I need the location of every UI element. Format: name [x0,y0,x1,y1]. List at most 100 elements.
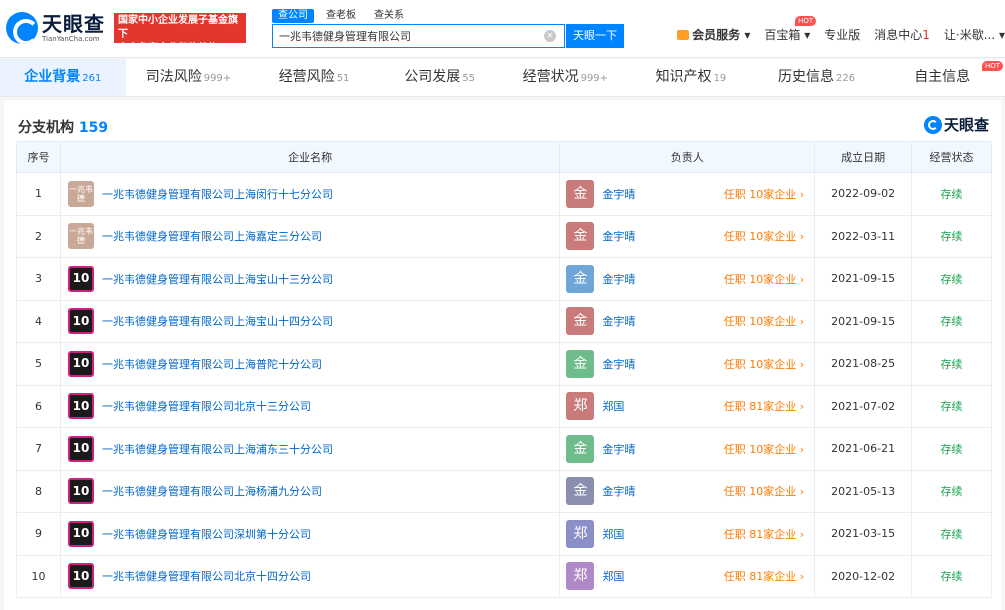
person-name-link[interactable]: 金宇晴 [602,186,723,202]
table-row: 8 10 一兆韦德健身管理有限公司上海杨浦九分公司金金宇晴 任职 10家企业 › 202… [16,469,992,513]
messages-label: 消息中心 [874,28,923,42]
person-avatar[interactable]: 金 [566,179,595,208]
search-box: × [272,24,565,48]
established-date: 2021-07-02 [814,384,913,428]
role-link[interactable]: 任职 81家企业 › [724,526,804,542]
person-cell: 金金宇晴 任职 10家企业 › [559,299,816,343]
person-avatar[interactable]: 郑 [566,519,595,548]
official-badge[interactable]: 国家中小企业发展子基金旗下 官方备案企业征信机构 [114,13,246,54]
treasure-label: 百宝箱 [764,28,801,42]
company-name-link[interactable]: 一兆韦德健身管理有限公司上海宝山十三分公司 [102,271,333,287]
person-avatar[interactable]: 郑 [566,562,595,591]
person-name-link[interactable]: 金宇晴 [602,483,723,499]
person-avatar[interactable]: 金 [566,349,595,378]
role-link[interactable]: 任职 81家企业 › [724,398,804,414]
clear-icon[interactable]: × [544,30,556,42]
established-date: 2021-06-21 [814,427,913,471]
brand-eye-icon [923,115,942,134]
company-name-link[interactable]: 一兆韦德健身管理有限公司北京十四分公司 [102,568,311,584]
company-logo[interactable]: 10 [67,350,94,377]
logo-domain: TianYanCha.com [42,35,100,43]
tab-business-risk[interactable]: 经营风险 51 [251,59,377,96]
person-name-link[interactable]: 郑国 [602,398,723,414]
person-name-link[interactable]: 金宇晴 [602,313,723,329]
message-center-link[interactable]: 消息中心1 [874,26,930,43]
search-type-tabs: 查公司 查老板 查关系 [272,9,410,23]
company-name-link[interactable]: 一兆韦德健身管理有限公司上海杨浦九分公司 [102,483,322,499]
person-avatar[interactable]: 金 [566,222,595,251]
tab-history[interactable]: 历史信息 226 [754,59,880,96]
treasure-box-link[interactable]: 百宝箱 ▾ HOT [764,16,817,43]
person-cell: 金金宇晴 任职 10家企业 › [559,469,816,513]
company-name-link[interactable]: 一兆韦德健身管理有限公司深圳第十分公司 [102,526,311,542]
search-tab-company[interactable]: 查公司 [272,9,314,23]
role-link[interactable]: 任职 10家企业 › [724,186,804,202]
person-avatar[interactable]: 金 [566,307,595,336]
pro-version-link[interactable]: 专业版 [824,26,860,43]
tab-judicial-risk[interactable]: 司法风险 999+ [126,59,252,96]
search-tab-boss[interactable]: 查老板 [320,9,362,23]
tab-operating-status[interactable]: 经营状况 999+ [503,59,629,96]
tab-count: 55 [462,73,476,84]
company-logo[interactable]: 10 [67,393,94,420]
chevron-right-icon: › [799,442,805,456]
role-link[interactable]: 任职 10家企业 › [724,483,804,499]
tab-label: 公司发展 [404,69,461,85]
company-logo[interactable]: 10 [67,265,94,292]
site-logo[interactable]: 天眼查 TianYanCha.com [6,12,105,44]
role-link[interactable]: 任职 10家企业 › [724,271,804,287]
person-name-link[interactable]: 郑国 [602,568,723,584]
chevron-right-icon: › [799,272,805,286]
role-link[interactable]: 任职 10家企业 › [724,228,804,244]
role-link[interactable]: 任职 10家企业 › [724,356,804,372]
tab-enterprise-background[interactable]: 企业背景 261 [0,59,126,96]
company-logo[interactable]: 10 [67,435,94,462]
person-avatar[interactable]: 金 [566,434,595,463]
role-link[interactable]: 任职 81家企业 › [724,568,804,584]
company-logo[interactable]: 10 [67,520,94,547]
company-name-link[interactable]: 一兆韦德健身管理有限公司上海浦东三十分公司 [102,441,333,457]
person-name-link[interactable]: 金宇晴 [602,356,723,372]
table-row: 10 10 一兆韦德健身管理有限公司北京十四分公司郑郑国 任职 81家企业 › 2020… [16,554,992,598]
person-name-link[interactable]: 郑国 [602,526,723,542]
role-link[interactable]: 任职 10家企业 › [724,313,804,329]
person-name-link[interactable]: 金宇晴 [602,228,723,244]
company-logo[interactable]: 10 [67,478,94,505]
person-avatar[interactable]: 郑 [566,392,595,421]
status-text: 存续 [911,554,992,598]
tab-label: 知识产权 [655,69,712,85]
search-tab-relation[interactable]: 查关系 [368,9,410,23]
category-tabs: 企业背景 261 司法风险 999+ 经营风险 51 公司发展 55 经营状况 999+ … [0,59,1005,97]
table-row: 6 10 一兆韦德健身管理有限公司北京十三分公司郑郑国 任职 81家企业 › 2021-… [16,384,992,428]
person-name-link[interactable]: 金宇晴 [602,271,723,287]
logo-text: 天眼查 [42,12,105,36]
user-menu[interactable]: 让·米歇... ▾ [944,26,1005,43]
person-name-link[interactable]: 金宇晴 [602,441,723,457]
tab-company-development[interactable]: 公司发展 55 [377,59,503,96]
company-name-link[interactable]: 一兆韦德健身管理有限公司上海普陀十分公司 [102,356,322,372]
tab-label: 经营风险 [278,69,335,85]
search-input[interactable] [279,29,544,43]
tab-self-info[interactable]: 自主信息 HOT [879,59,1005,96]
chevron-right-icon: › [799,400,805,414]
company-name-link[interactable]: 一兆韦德健身管理有限公司上海宝山十四分公司 [102,313,333,329]
company-logo[interactable]: 10 [67,308,94,335]
col-header-status[interactable]: 经营状态 [911,141,992,173]
company-name-link[interactable]: 一兆韦德健身管理有限公司北京十三分公司 [102,398,311,414]
search-button[interactable]: 天眼一下 [566,24,624,48]
company-logo[interactable]: 10 [67,563,94,590]
company-cell: 10 一兆韦德健身管理有限公司北京十三分公司 [59,384,561,428]
vip-service-link[interactable]: 会员服务 ▾ [677,26,750,43]
role-text: 任职 10家企业 [723,357,797,371]
company-logo[interactable]: 一兆韦德 [67,223,94,250]
tab-count: 226 [836,73,856,84]
company-name-link[interactable]: 一兆韦德健身管理有限公司上海嘉定三分公司 [102,228,322,244]
person-avatar[interactable]: 金 [566,477,595,506]
tab-intellectual-property[interactable]: 知识产权 19 [628,59,754,96]
person-avatar[interactable]: 金 [566,264,595,293]
company-name-link[interactable]: 一兆韦德健身管理有限公司上海闵行十七分公司 [102,186,333,202]
role-link[interactable]: 任职 10家企业 › [724,441,804,457]
tab-label: 企业背景 [24,69,81,85]
table-row: 7 10 一兆韦德健身管理有限公司上海浦东三十分公司金金宇晴 任职 10家企业 › 20… [16,427,992,471]
company-logo[interactable]: 一兆韦德 [67,180,94,207]
